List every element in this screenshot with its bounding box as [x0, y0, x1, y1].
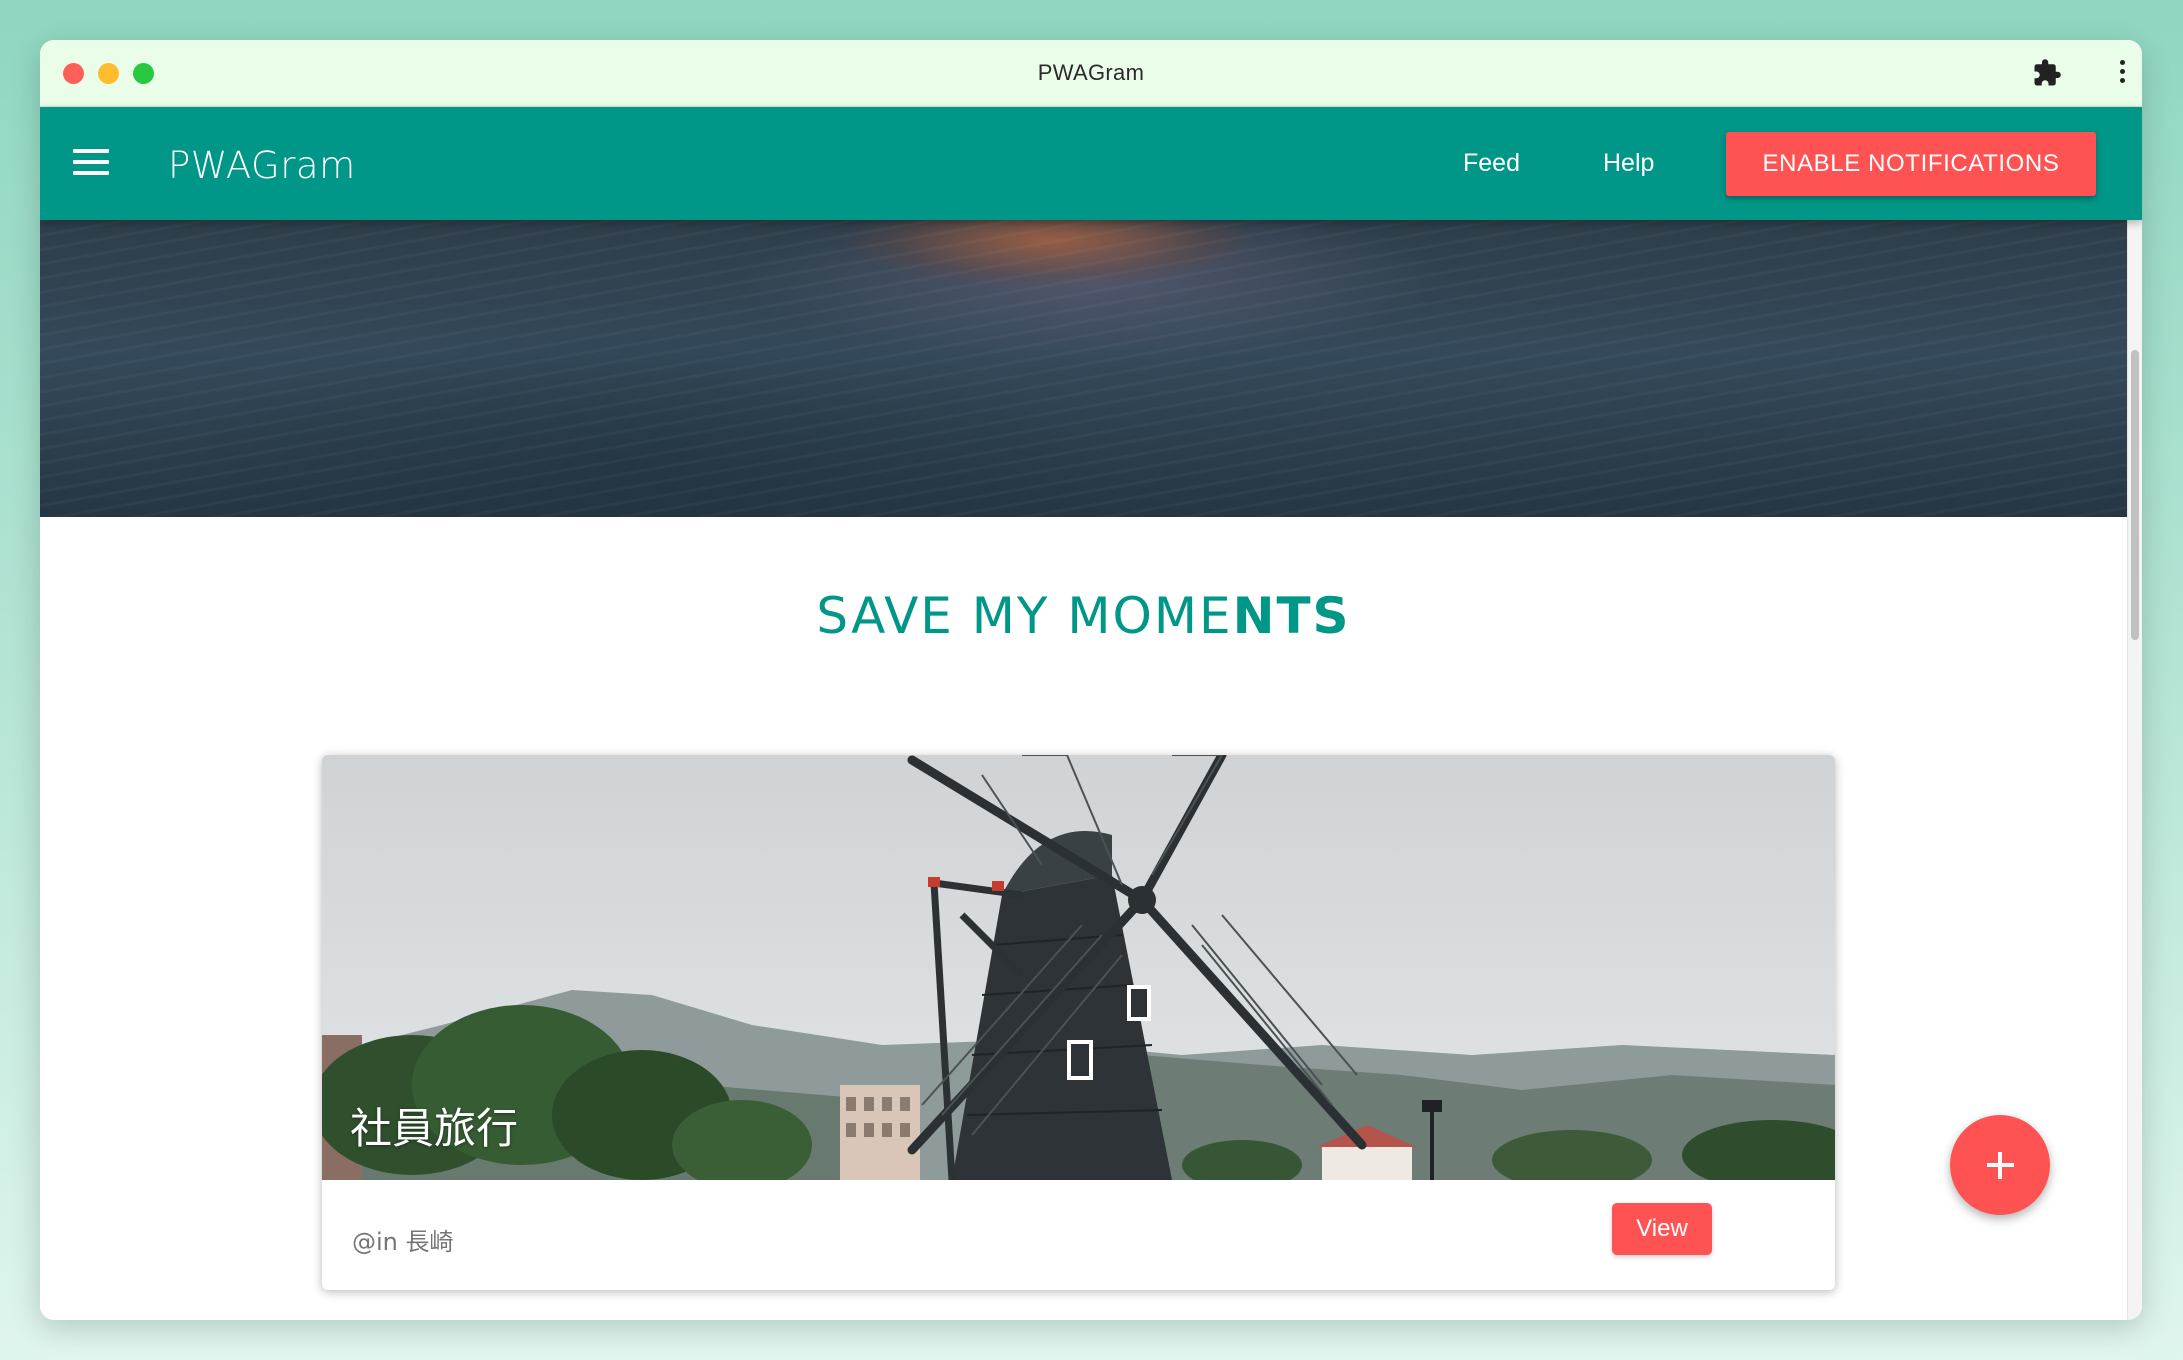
nav-feed-link[interactable]: Feed: [1463, 149, 1520, 178]
page-scrollbar[interactable]: [2127, 220, 2142, 1320]
post-card: 社員旅行 @in 長崎 View: [322, 755, 1835, 1290]
plus-icon-stroke: [1998, 1152, 2002, 1179]
add-post-fab[interactable]: [1950, 1115, 2050, 1215]
puzzle-icon[interactable]: [2032, 58, 2062, 88]
app-bar: PWAGram Feed Help ENABLE NOTIFICATIONS: [40, 107, 2142, 220]
enable-notifications-button[interactable]: ENABLE NOTIFICATIONS: [1726, 132, 2096, 196]
title-bar: PWAGram: [40, 40, 2142, 107]
kebab-icon[interactable]: [2116, 56, 2128, 90]
page-headline: SAVE MY MOMENTS: [40, 587, 2127, 645]
main-content: SAVE MY MOMENTS 社員旅行 @in 長崎 View: [40, 220, 2127, 1320]
window-title: PWAGram: [1037, 60, 1145, 85]
windmill-landscape-image: [322, 755, 1835, 1180]
post-image: [322, 755, 1835, 1180]
post-location: @in 長崎: [352, 1228, 454, 1256]
nav-help-link[interactable]: Help: [1603, 149, 1654, 178]
browser-window: PWAGram PWAGram Feed Help ENABLE NOTIFIC…: [40, 40, 2142, 1320]
headline-part-b: NTS: [1232, 587, 1351, 645]
view-post-button[interactable]: View: [1612, 1203, 1712, 1255]
post-title: 社員旅行: [350, 1104, 519, 1153]
menu-icon[interactable]: [73, 149, 109, 177]
hero-image: [40, 220, 2127, 517]
app-title: PWAGram: [168, 144, 356, 187]
scrollbar-thumb[interactable]: [2131, 350, 2139, 640]
headline-part-a: SAVE MY MOME: [816, 587, 1233, 645]
